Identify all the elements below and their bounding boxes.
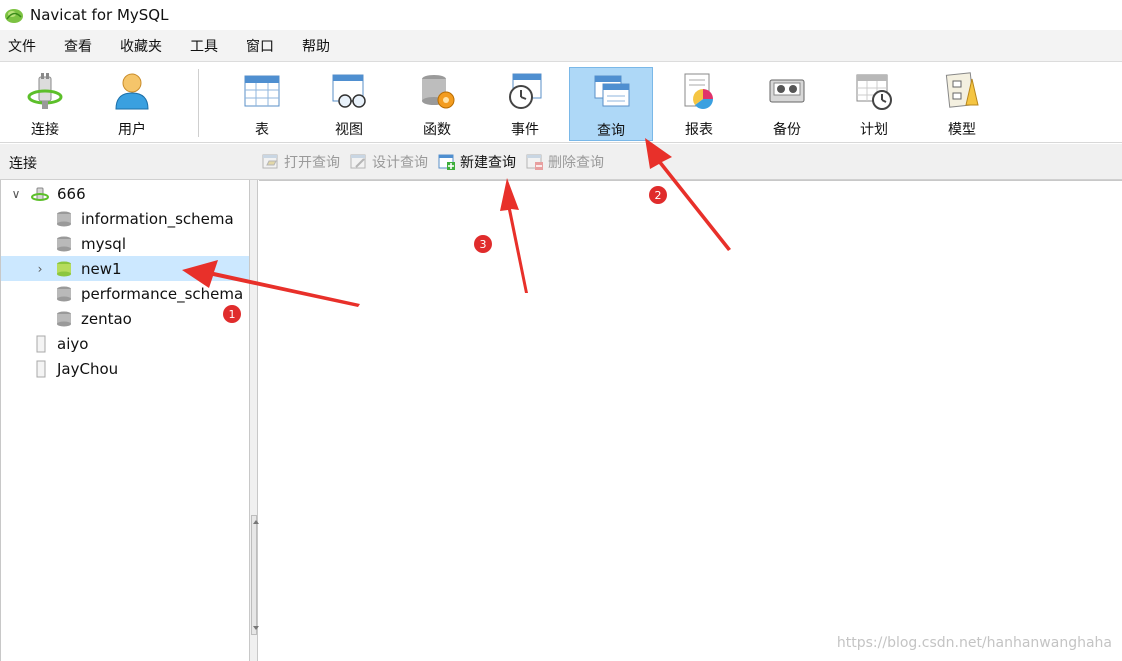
database-icon <box>57 286 71 301</box>
tree-connection-aiyo[interactable]: aiyo <box>1 331 249 356</box>
database-icon <box>57 236 71 251</box>
function-label: 函数 <box>423 122 451 138</box>
chevron-down-icon[interactable]: ∨ <box>9 187 23 201</box>
title-bar: Navicat for MySQL <box>0 0 1122 30</box>
user-icon <box>115 73 149 110</box>
backup-button[interactable]: 备份 <box>745 67 829 141</box>
connection-tree: ∨ 666 information_schema mysql › new1 pe… <box>0 180 250 661</box>
menu-view[interactable]: 查看 <box>56 30 100 61</box>
delete-query-label: 删除查询 <box>548 155 604 171</box>
report-button[interactable]: 报表 <box>657 67 741 141</box>
table-label: 表 <box>255 122 269 138</box>
main-toolbar: 连接 用户 表 视图 函数 事件 查询 报表 备份 计划 模型 <box>0 63 1122 143</box>
report-icon <box>684 73 713 109</box>
window-title: Navicat for MySQL <box>30 6 169 24</box>
menu-tools[interactable]: 工具 <box>182 30 226 61</box>
tree-db-label: performance_schema <box>81 284 244 303</box>
backup-tape-icon <box>769 79 805 103</box>
backup-label: 备份 <box>773 122 801 138</box>
connection-active-icon <box>31 187 49 201</box>
navicat-logo-icon <box>5 9 23 23</box>
database-icon <box>57 311 71 326</box>
model-label: 模型 <box>948 122 976 138</box>
tree-db-label: zentao <box>81 309 132 328</box>
menu-file[interactable]: 文件 <box>0 30 44 61</box>
watermark-text: https://blog.csdn.net/hanhanwanghaha <box>836 635 1112 651</box>
tree-db-zentao[interactable]: zentao <box>1 306 249 331</box>
view-glasses-icon <box>332 74 366 108</box>
event-label: 事件 <box>511 122 539 138</box>
tree-db-mysql[interactable]: mysql <box>1 231 249 256</box>
open-query-button[interactable]: 打开查询 <box>262 152 340 172</box>
database-icon <box>57 211 71 226</box>
model-button[interactable]: 模型 <box>920 67 1004 141</box>
tree-connection-label: 666 <box>57 184 86 203</box>
open-query-icon <box>262 154 278 169</box>
delete-query-button[interactable]: 删除查询 <box>526 152 604 172</box>
toolbar-separator <box>198 69 199 137</box>
query-actions: 打开查询 设计查询 新建查询 删除查询 <box>262 150 614 174</box>
view-button[interactable]: 视图 <box>307 67 391 141</box>
function-button[interactable]: 函数 <box>395 67 479 141</box>
connection-closed-icon <box>36 335 46 352</box>
query-label: 查询 <box>597 123 625 139</box>
connect-plug-icon <box>27 73 63 109</box>
function-icon <box>422 75 455 109</box>
user-button[interactable]: 用户 <box>90 67 174 141</box>
query-icon <box>594 75 630 107</box>
object-list-area[interactable] <box>259 180 1122 661</box>
tree-connection-label: aiyo <box>57 334 89 353</box>
menu-bar: 文件 查看 收藏夹 工具 窗口 帮助 <box>0 30 1122 62</box>
panel-splitter[interactable] <box>250 180 259 661</box>
connect-button[interactable]: 连接 <box>3 67 87 141</box>
user-label: 用户 <box>118 122 146 138</box>
tree-db-label: mysql <box>81 234 126 253</box>
delete-query-icon <box>526 154 543 170</box>
design-query-icon <box>350 154 366 169</box>
menu-help[interactable]: 帮助 <box>294 30 338 61</box>
design-query-button[interactable]: 设计查询 <box>350 152 428 172</box>
schedule-button[interactable]: 计划 <box>832 67 916 141</box>
new-query-button[interactable]: 新建查询 <box>438 152 516 172</box>
table-button[interactable]: 表 <box>220 67 304 141</box>
menu-window[interactable]: 窗口 <box>238 30 282 61</box>
event-button[interactable]: 事件 <box>483 67 567 141</box>
tree-db-new1[interactable]: › new1 <box>1 256 249 281</box>
open-query-label: 打开查询 <box>284 155 340 171</box>
chevron-right-icon[interactable]: › <box>33 262 47 276</box>
design-query-label: 设计查询 <box>372 155 428 171</box>
splitter-grip[interactable] <box>251 515 259 635</box>
tree-connection-jaychou[interactable]: JayChou <box>1 356 249 381</box>
report-label: 报表 <box>685 122 713 138</box>
schedule-calendar-icon <box>856 74 892 110</box>
view-label: 视图 <box>335 122 363 138</box>
model-icon <box>945 72 979 108</box>
new-query-icon <box>438 154 455 170</box>
connect-label: 连接 <box>31 122 59 138</box>
schedule-label: 计划 <box>860 122 888 138</box>
query-button[interactable]: 查询 <box>569 67 653 141</box>
tree-db-information-schema[interactable]: information_schema <box>1 206 249 231</box>
tree-db-label: new1 <box>81 259 122 278</box>
menu-favorites[interactable]: 收藏夹 <box>112 30 170 61</box>
object-toolbar: 连接 打开查询 设计查询 新建查询 删除查询 <box>0 144 1122 180</box>
connection-closed-icon <box>36 360 46 377</box>
tree-connection-label: JayChou <box>57 359 119 378</box>
table-icon <box>244 75 280 107</box>
tree-db-label: information_schema <box>81 209 234 228</box>
tree-connection-666[interactable]: ∨ 666 <box>1 181 249 206</box>
connection-panel-title: 连接 <box>9 156 37 172</box>
new-query-label: 新建查询 <box>460 155 516 171</box>
database-open-icon <box>57 261 71 276</box>
tree-db-performance-schema[interactable]: performance_schema <box>1 281 249 306</box>
event-clock-icon <box>509 73 542 109</box>
